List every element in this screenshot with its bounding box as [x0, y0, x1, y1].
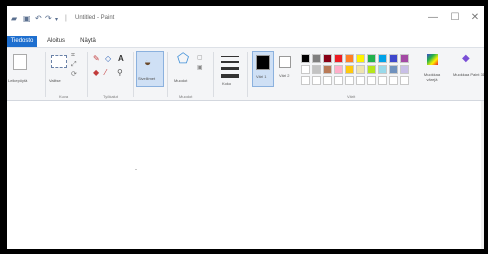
- edit-colors-icon[interactable]: [427, 54, 438, 65]
- shapes-label: Muodot: [174, 78, 188, 83]
- minimize-button[interactable]: —: [422, 10, 444, 26]
- custom-color-slot[interactable]: [345, 76, 354, 85]
- brush-icon: ◒: [144, 55, 152, 69]
- palette-swatch[interactable]: [356, 65, 365, 74]
- tools-group-label: Työkalut: [103, 94, 118, 99]
- paint3d-icon[interactable]: ◆: [462, 53, 470, 64]
- paint-window: ▰ ▣ ↶ ↷ ▾ | Untitled - Paint — ☐ ✕ Tiedo…: [7, 6, 484, 249]
- tab-file[interactable]: Tiedosto: [7, 36, 37, 47]
- palette-swatch[interactable]: [389, 54, 398, 63]
- palette-swatch[interactable]: [356, 54, 365, 63]
- text-icon[interactable]: A: [118, 54, 124, 63]
- color2-label: Väri 2: [279, 73, 290, 78]
- palette-swatch[interactable]: [389, 65, 398, 74]
- edit-colors-label: Muokkaa värejä: [423, 72, 441, 82]
- palette-swatch[interactable]: [323, 65, 332, 74]
- tab-view[interactable]: Näytä: [77, 36, 99, 47]
- palette-swatch[interactable]: [334, 65, 343, 74]
- clipboard-label: Leikepöytä: [8, 78, 28, 83]
- brushes-button[interactable]: ◒ Sivellimet: [136, 51, 164, 87]
- color2-swatch: [279, 56, 291, 68]
- shape-outline-icon[interactable]: ▢: [197, 54, 203, 61]
- palette-swatch[interactable]: [334, 54, 343, 63]
- select-icon[interactable]: [51, 55, 67, 68]
- quick-access-dropdown-icon[interactable]: ▾: [55, 16, 58, 23]
- eraser-icon[interactable]: ◆: [93, 68, 99, 77]
- color-picker-icon[interactable]: ⁄: [105, 68, 106, 77]
- custom-color-slot[interactable]: [378, 76, 387, 85]
- palette-swatch[interactable]: [367, 65, 376, 74]
- redo-icon[interactable]: ↷: [45, 14, 52, 23]
- palette-swatch[interactable]: [345, 54, 354, 63]
- canvas-area[interactable]: [7, 101, 484, 249]
- window-title: Untitled - Paint: [75, 15, 115, 21]
- save-icon[interactable]: ▣: [23, 14, 31, 23]
- paste-icon[interactable]: [13, 54, 27, 70]
- select-label: Valitse: [49, 78, 61, 83]
- separator: [247, 52, 248, 97]
- color1-label: Väri 1: [256, 74, 267, 79]
- title-bar: ▰ ▣ ↶ ↷ ▾ | Untitled - Paint — ☐ ✕: [7, 6, 484, 32]
- shapes-icon[interactable]: ⬠: [177, 50, 189, 67]
- color1-button[interactable]: Väri 1: [252, 51, 274, 87]
- palette-swatch[interactable]: [345, 65, 354, 74]
- palette-swatch[interactable]: [312, 54, 321, 63]
- separator: [45, 52, 46, 97]
- palette-swatch[interactable]: [378, 65, 387, 74]
- color1-swatch: [256, 55, 270, 70]
- size-icon[interactable]: [221, 56, 239, 78]
- separator: [167, 52, 168, 97]
- paint3d-label: Muokkaa Paint 3D:llä: [453, 72, 484, 77]
- magnifier-icon[interactable]: ⚲: [117, 68, 123, 77]
- resize-icon[interactable]: ⤢: [71, 61, 77, 69]
- canvas-mark: [135, 169, 137, 170]
- screen-frame: ▰ ▣ ↶ ↷ ▾ | Untitled - Paint — ☐ ✕ Tiedo…: [0, 0, 488, 254]
- custom-color-slot[interactable]: [367, 76, 376, 85]
- rotate-icon[interactable]: ⟳: [71, 70, 77, 78]
- image-group-label: Kuva: [59, 94, 69, 99]
- color2-button[interactable]: Väri 2: [276, 51, 296, 85]
- palette-swatch[interactable]: [301, 65, 310, 74]
- custom-color-slot[interactable]: [389, 76, 398, 85]
- shape-fill-icon[interactable]: ▣: [197, 64, 203, 71]
- title-separator-icon: |: [65, 15, 67, 22]
- custom-color-slot[interactable]: [323, 76, 332, 85]
- palette-swatch[interactable]: [301, 54, 310, 63]
- palette-swatch[interactable]: [323, 54, 332, 63]
- colors-group-label: Värit: [347, 94, 356, 99]
- separator: [213, 52, 214, 97]
- custom-color-slot[interactable]: [312, 76, 321, 85]
- palette-swatch[interactable]: [378, 54, 387, 63]
- size-line-2: [221, 61, 239, 63]
- shapes-group-label: Muodot: [179, 94, 193, 99]
- size-label: Koko: [222, 81, 232, 86]
- custom-color-slot[interactable]: [356, 76, 365, 85]
- maximize-button[interactable]: ☐: [444, 10, 466, 26]
- palette-swatch[interactable]: [367, 54, 376, 63]
- ribbon-tabs: Tiedosto Aloitus Näytä: [7, 36, 484, 47]
- brushes-label: Sivellimet: [138, 76, 156, 81]
- palette-swatch[interactable]: [312, 65, 321, 74]
- custom-color-slot[interactable]: [400, 76, 409, 85]
- tab-home[interactable]: Aloitus: [43, 36, 69, 47]
- palette-swatch[interactable]: [400, 65, 409, 74]
- paint-app-icon: ▰: [11, 14, 18, 23]
- size-line-1: [221, 56, 239, 57]
- pencil-icon[interactable]: ✎: [93, 54, 100, 63]
- palette-swatch[interactable]: [400, 54, 409, 63]
- separator: [87, 52, 88, 97]
- custom-color-slot[interactable]: [301, 76, 310, 85]
- crop-icon[interactable]: ⌗: [71, 52, 75, 60]
- size-line-4: [221, 74, 239, 78]
- size-line-3: [221, 67, 239, 70]
- custom-color-slot[interactable]: [334, 76, 343, 85]
- close-button[interactable]: ✕: [464, 10, 484, 26]
- fill-icon[interactable]: ◇: [105, 54, 111, 63]
- undo-icon[interactable]: ↶: [35, 14, 42, 23]
- vertical-scrollbar[interactable]: [481, 101, 484, 249]
- separator: [133, 52, 134, 97]
- ribbon: Leikepöytä Valitse ⌗ ⤢ ⟳ Kuva ✎ ◇ A ◆ ⁄ …: [7, 47, 484, 101]
